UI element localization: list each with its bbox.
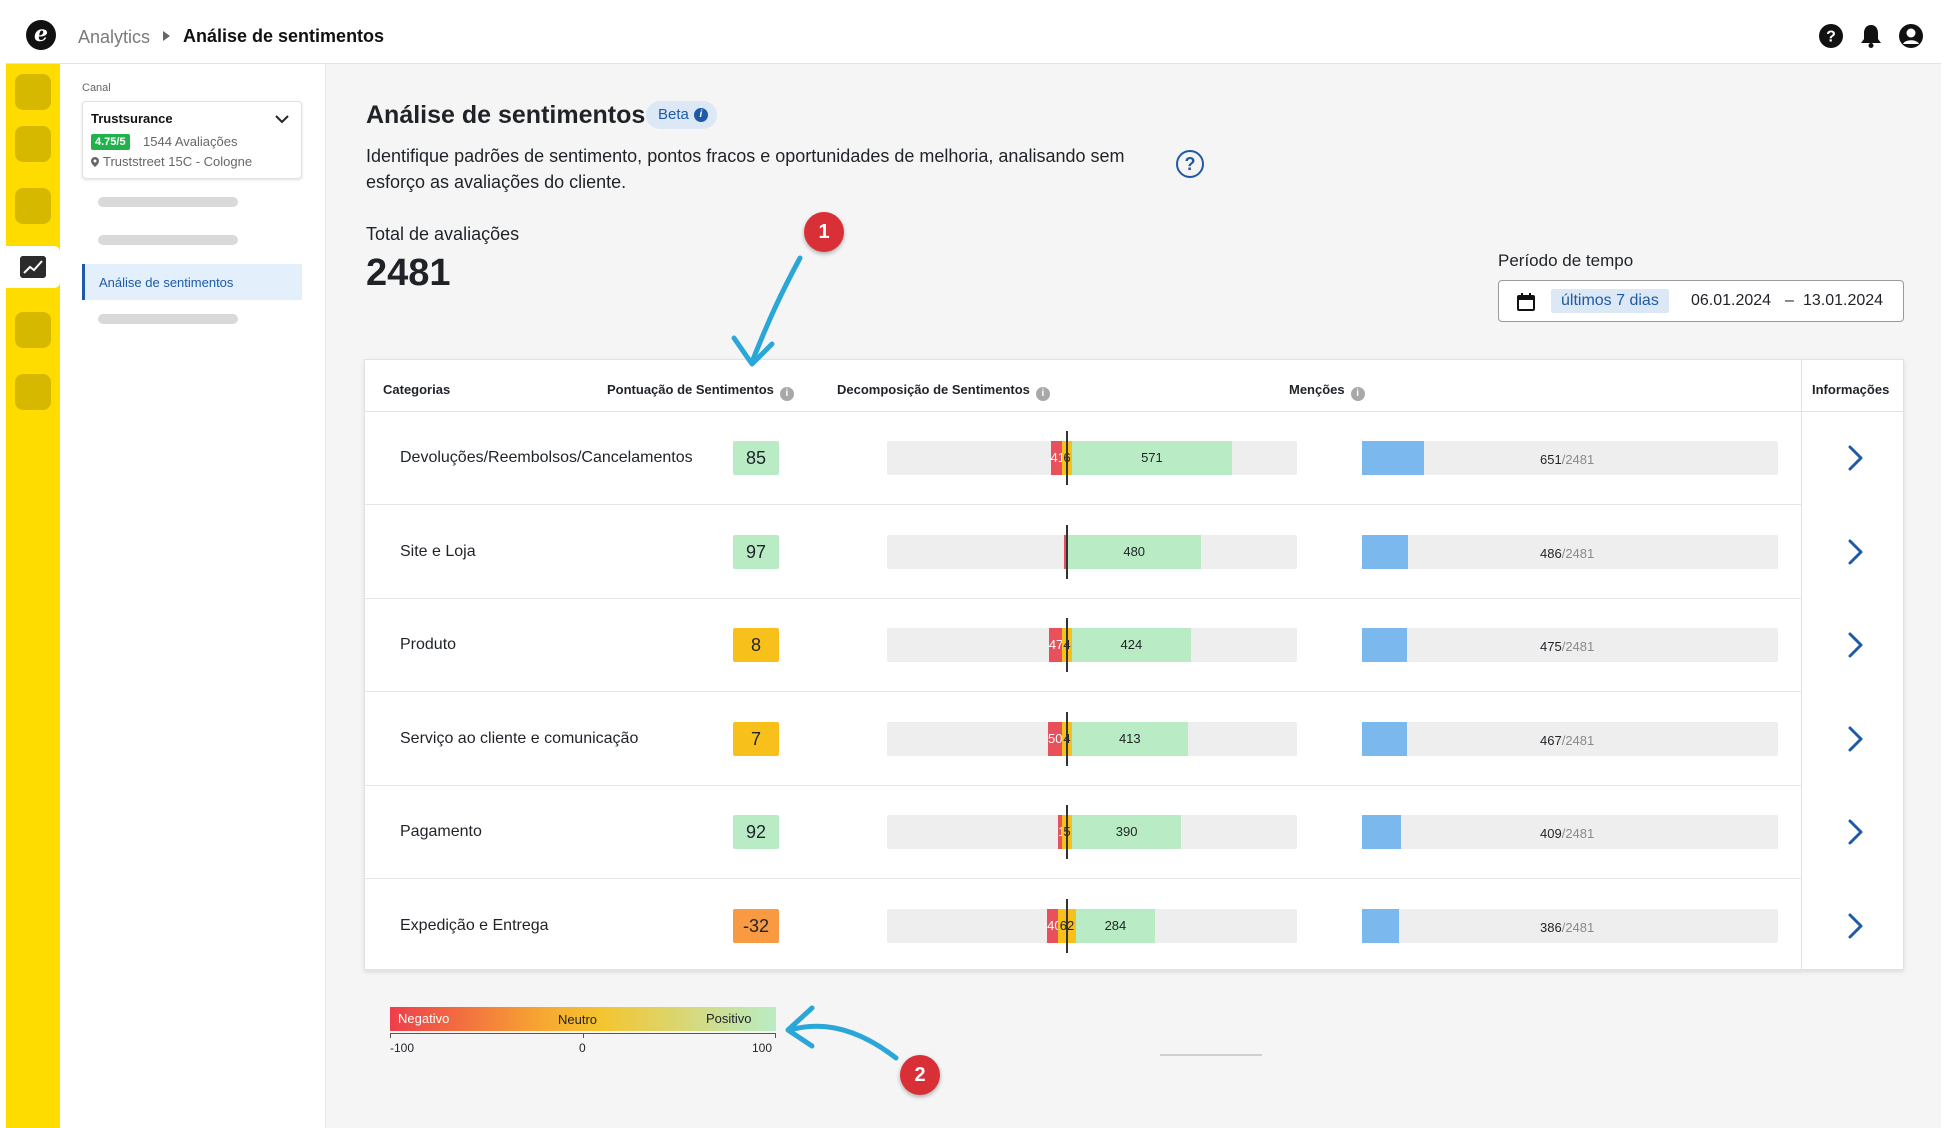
app-window: e Analytics Análise de sentimentos ? Can…	[0, 0, 1947, 1128]
annotation-arrows	[731, 255, 899, 1061]
annotation-marker-1: 1	[804, 212, 844, 252]
annotation-marker-2: 2	[900, 1055, 940, 1095]
